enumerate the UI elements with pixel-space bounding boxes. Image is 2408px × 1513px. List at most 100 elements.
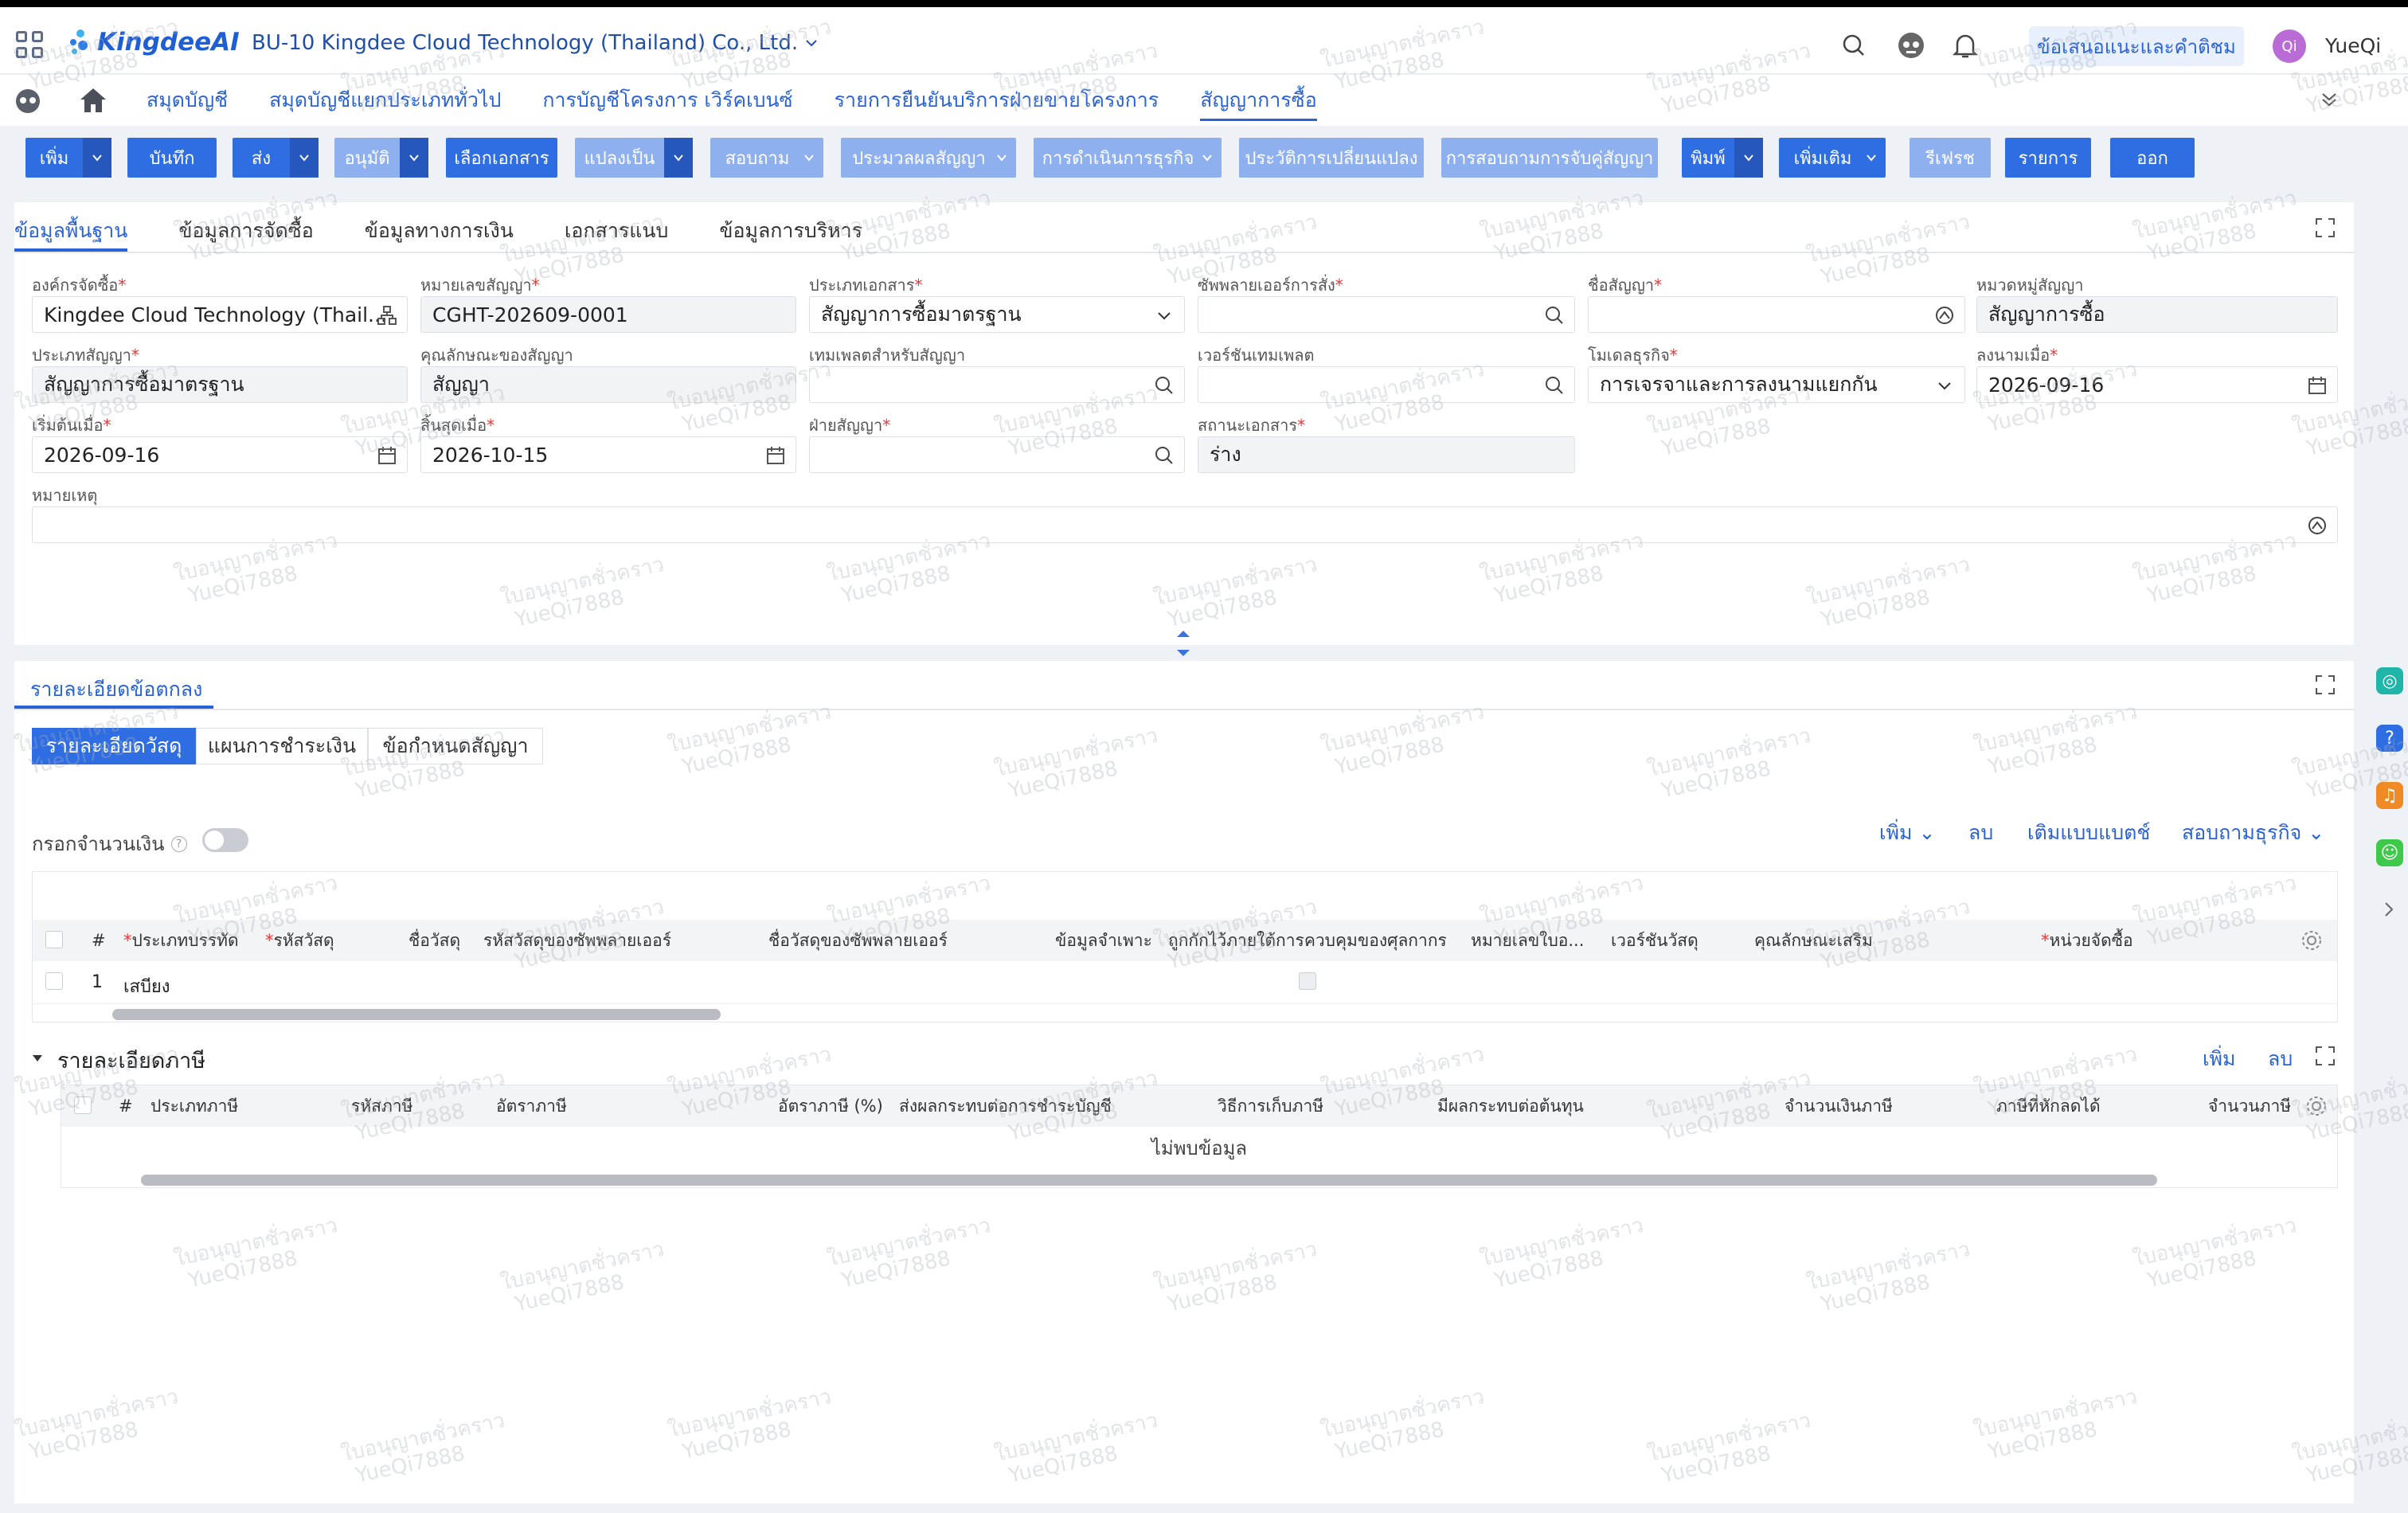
add-button[interactable]: เพิ่ม — [25, 138, 111, 178]
remark-field[interactable] — [32, 506, 2338, 543]
category-value: สัญญาการซื้อ — [1988, 303, 2105, 326]
nav-item-purchase-contract[interactable]: สัญญาการซื้อ — [1200, 75, 1318, 126]
category-field[interactable]: สัญญาการซื้อ — [1976, 296, 2338, 333]
add-row-button[interactable]: เพิ่ม ⌄ — [1879, 817, 1935, 849]
contract-no-field[interactable]: CGHT-202609-0001 — [420, 296, 796, 333]
calendar-icon[interactable] — [765, 445, 786, 466]
splitter-toggle-icon[interactable] — [1174, 626, 1193, 661]
tax-add-button[interactable]: เพิ่ม — [2203, 1043, 2236, 1075]
process-contract-button[interactable]: ประมวลผลสัญญา — [841, 138, 1016, 178]
tax-col-collection-method[interactable]: วิธีการเก็บภาษี — [1218, 1085, 1323, 1127]
tax-horizontal-scrollbar[interactable] — [141, 1175, 2157, 1186]
business-operation-button[interactable]: การดำเนินการธุรกิจ — [1034, 138, 1222, 178]
details-title[interactable]: รายละเอียดข้อตกลง — [30, 674, 202, 706]
required-mark: * — [123, 931, 132, 950]
refresh-button[interactable]: รีเฟรช — [1910, 138, 1991, 178]
business-query-button[interactable]: สอบถามธุรกิจ ⌄ — [2182, 817, 2324, 849]
avatar[interactable]: Qi — [2273, 29, 2306, 63]
end-date-field[interactable]: 2026-10-15 — [420, 436, 796, 473]
chevron-down-icon — [997, 154, 1007, 162]
chevron-down-icon[interactable] — [83, 138, 111, 178]
col-material-version[interactable]: เวอร์ชันวัสดุ — [1611, 920, 1698, 961]
delete-row-button[interactable]: ลบ — [1968, 817, 1993, 849]
search-icon[interactable] — [1154, 445, 1175, 466]
chevron-down-icon[interactable] — [400, 138, 428, 178]
org-tree-icon[interactable] — [377, 305, 397, 326]
col-purchase-unit[interactable]: *หน่วยจัดซื้อ — [2041, 920, 2133, 961]
chevron-down-icon[interactable] — [664, 138, 693, 178]
nav-item-ledger[interactable]: สมุดบัญชี — [147, 75, 228, 126]
assistant-robot-icon[interactable] — [1897, 31, 1925, 60]
select-document-button[interactable]: เลือกเอกสาร — [446, 138, 557, 178]
more-button[interactable]: เพิ่มเติม — [1779, 138, 1886, 178]
status-label: สถานะเอกสาร* — [1198, 412, 1305, 438]
chat-icon[interactable]: ◎ — [2376, 667, 2403, 694]
fullscreen-icon[interactable] — [2314, 674, 2336, 696]
print-button[interactable]: พิมพ์ — [1682, 138, 1763, 178]
column-settings-gear-icon[interactable] — [2300, 929, 2323, 952]
row-checkbox[interactable] — [45, 972, 63, 990]
query-button[interactable]: สอบถาม — [710, 138, 823, 178]
party-label-text: ฝ่ายสัญญา — [809, 416, 883, 435]
nature-label-text: คุณลักษณะของสัญญา — [420, 346, 573, 365]
tab-finance-info[interactable]: ข้อมูลทางการเงิน — [365, 215, 514, 252]
template-label-text: เทมเพลตสำหรับสัญญา — [809, 346, 966, 365]
fullscreen-icon[interactable] — [2314, 1045, 2336, 1067]
contract-match-query-button[interactable]: การสอบถามการจับคู่สัญญา — [1441, 138, 1658, 178]
amount-toggle[interactable] — [202, 828, 248, 852]
search-icon[interactable] — [1839, 31, 1868, 60]
collapse-triangle-icon[interactable] — [30, 1051, 45, 1065]
supplier-field[interactable] — [1198, 296, 1575, 333]
language-globe-icon[interactable] — [2307, 515, 2328, 536]
help-icon[interactable]: ? — [170, 835, 187, 852]
horizontal-scrollbar[interactable] — [112, 1009, 721, 1020]
required-mark: * — [1335, 276, 1343, 295]
select-all-checkbox[interactable] — [45, 931, 63, 948]
contract-name-field[interactable] — [1588, 296, 1965, 333]
required-mark: * — [1669, 346, 1678, 365]
add-row-label: เพิ่ม — [1879, 821, 1913, 844]
org-field[interactable]: Kingdee Cloud Technology (Thail... — [32, 296, 408, 333]
tab-basic-info[interactable]: ข้อมูลพื้นฐาน — [14, 215, 128, 252]
status-field[interactable]: ร่าง — [1198, 436, 1575, 473]
customs-hold-checkbox[interactable] — [1299, 972, 1316, 990]
change-history-button[interactable]: ประวัติการเปลี่ยนแปลง — [1239, 138, 1424, 178]
category-label: หมวดหมู่สัญญา — [1976, 272, 2083, 298]
smile-feedback-icon[interactable]: ☺ — [2376, 839, 2403, 866]
submit-button[interactable]: ส่ง — [233, 138, 319, 178]
doc-type-label-text: ประเภทเอกสาร — [809, 276, 915, 295]
save-button[interactable]: บันทึก — [127, 138, 217, 178]
col-spec[interactable]: ข้อมูลจำเพาะ — [1055, 920, 1152, 961]
tax-col-tax-total[interactable]: จำนวนภาษี — [2208, 1085, 2291, 1127]
convert-button[interactable]: แปลงเป็น — [575, 138, 693, 178]
chevron-down-icon: ⌄ — [1918, 821, 1936, 844]
row-line-type[interactable]: เสบียง — [123, 972, 170, 1000]
chevron-down-icon[interactable] — [1734, 138, 1763, 178]
chevron-right-icon[interactable] — [2379, 898, 2398, 921]
language-globe-icon[interactable] — [1934, 305, 1955, 326]
approve-button[interactable]: อนุมัติ — [334, 138, 428, 178]
exit-button[interactable]: ออก — [2110, 138, 2195, 178]
calendar-icon[interactable] — [2307, 375, 2328, 396]
search-icon[interactable] — [1544, 305, 1565, 326]
signed-label-text: ลงนามเมื่อ — [1976, 346, 2050, 365]
list-button[interactable]: รายการ — [2005, 138, 2091, 178]
chevron-down-icon — [1867, 154, 1876, 162]
contract-type-label: ประเภทสัญญา* — [32, 342, 139, 368]
search-icon[interactable] — [1544, 375, 1565, 396]
col-material-name[interactable]: ชื่อวัสดุ — [408, 920, 460, 961]
batch-fill-button[interactable]: เติมแบบแบตช์ — [2027, 817, 2150, 849]
nav-item-project-accounting[interactable]: การบัญชีโครงการ เวิร์คเบนซ์ — [542, 75, 792, 126]
contract-name-label-text: ชื่อสัญญา — [1588, 276, 1655, 295]
username[interactable]: YueQi — [2325, 34, 2381, 57]
template-ver-label-text: เวอร์ชันเทมเพลต — [1198, 346, 1315, 365]
biz-model-label-text: โมเดลธุรกิจ — [1588, 346, 1670, 365]
org-label-text: องค์กรจัดซื้อ — [32, 276, 119, 295]
doc-type-value: สัญญาการซื้อมาตรฐาน — [821, 303, 1022, 326]
chevron-down-icon[interactable] — [290, 138, 319, 178]
tax-delete-button[interactable]: ลบ — [2268, 1043, 2293, 1075]
party-label: ฝ่ายสัญญา* — [809, 412, 890, 438]
fullscreen-icon[interactable] — [2314, 217, 2336, 239]
home-icon[interactable] — [78, 86, 108, 119]
doc-type-select[interactable]: สัญญาการซื้อมาตรฐาน — [809, 296, 1185, 333]
